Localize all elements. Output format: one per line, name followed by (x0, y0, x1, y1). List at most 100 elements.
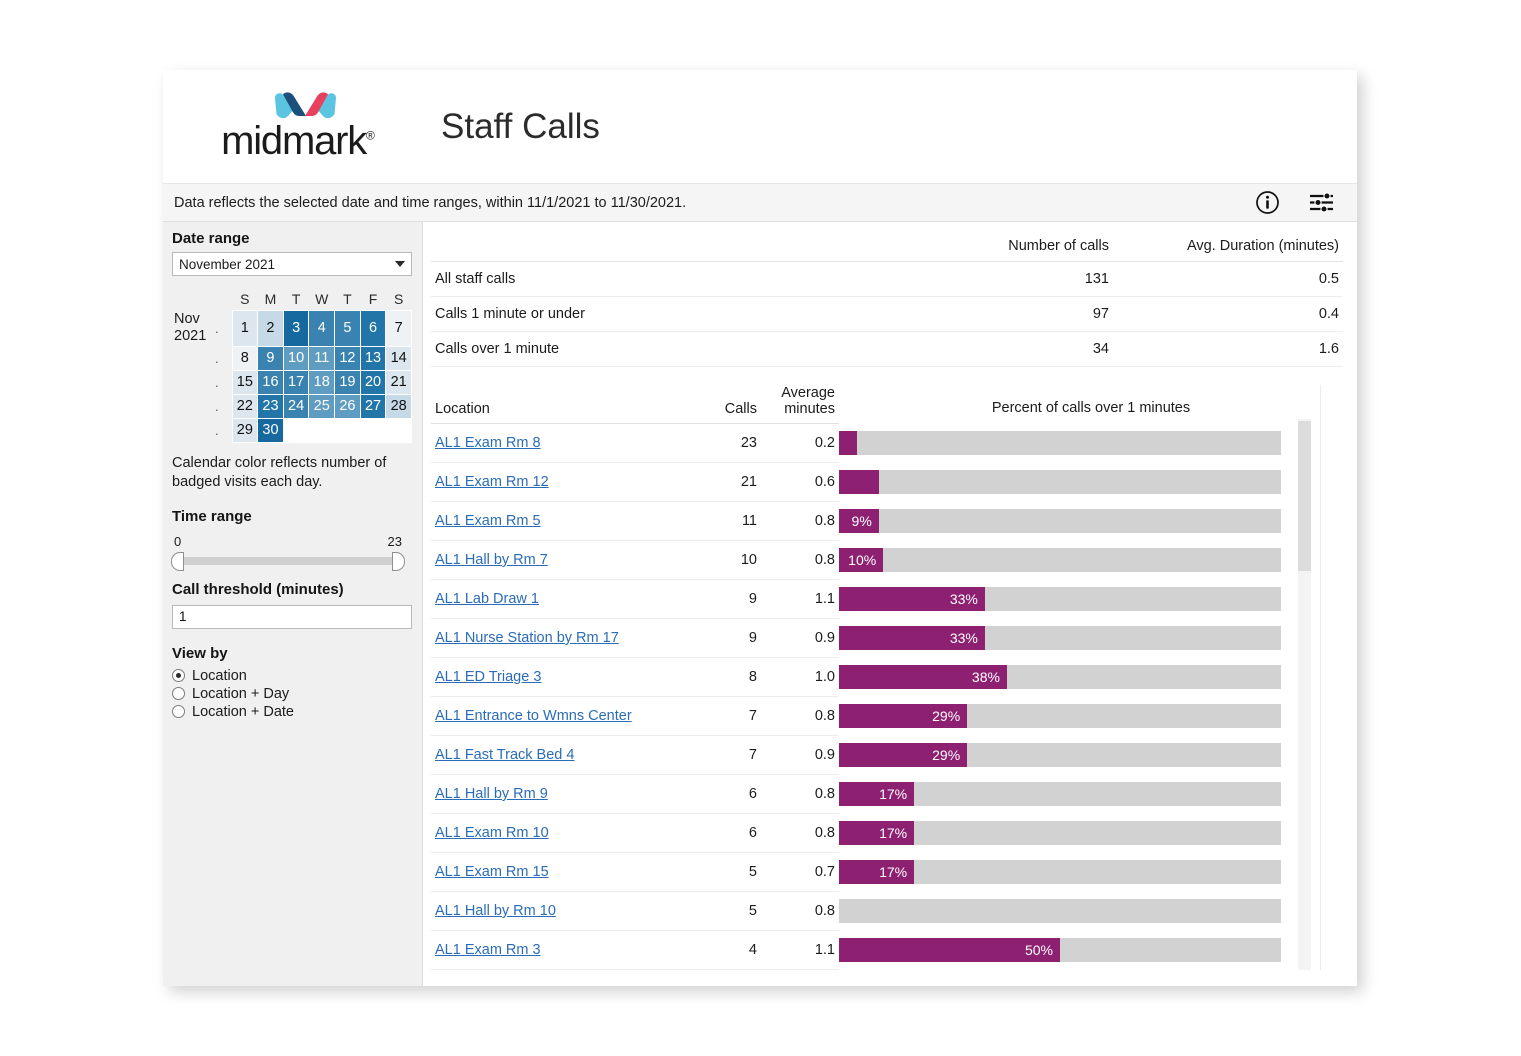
calendar-day-15[interactable]: 15 (232, 370, 258, 394)
bar-value-label: 17% (879, 825, 907, 841)
calendar-day-18[interactable]: 18 (309, 370, 335, 394)
cell-calls: 7 (693, 697, 761, 736)
calendar-day-9[interactable]: 9 (258, 346, 284, 370)
calendar-day-14[interactable]: 14 (386, 346, 412, 370)
calendar-day-19[interactable]: 19 (335, 370, 361, 394)
date-range-select[interactable]: November 2021 (172, 252, 412, 276)
bar-fill: 29% (839, 743, 967, 767)
bar-track: 33% (839, 587, 1281, 611)
location-link[interactable]: AL1 Hall by Rm 7 (435, 552, 548, 568)
calendar-day-20[interactable]: 20 (360, 370, 386, 394)
slider-track[interactable] (172, 557, 404, 565)
summary-body: All staff calls1310.5Calls 1 minute or u… (431, 262, 1343, 367)
bar-track: 50% (839, 938, 1281, 962)
location-link[interactable]: AL1 Hall by Rm 10 (435, 903, 556, 919)
date-range-value: November 2021 (179, 257, 275, 272)
location-link[interactable]: AL1 Lab Draw 1 (435, 591, 539, 607)
dashboard-window: midmark® Staff Calls Data reflects the s… (163, 70, 1357, 986)
cell-location: AL1 Hall by Rm 10 (431, 892, 693, 931)
weekday-sat: S (386, 288, 412, 310)
calendar-day-29[interactable]: 29 (232, 418, 258, 442)
calendar-day-17[interactable]: 17 (283, 370, 309, 394)
cell-percent-bar (839, 463, 1343, 502)
info-circle-icon[interactable] (1255, 190, 1280, 215)
view-by-option-3[interactable]: Location + Date (163, 703, 422, 721)
view-by-option-1[interactable]: Location (163, 667, 422, 685)
col-average-line1: Average (765, 385, 835, 401)
weekday-thu: T (335, 288, 361, 310)
view-by-label: View by (163, 629, 422, 667)
radio-icon[interactable] (172, 669, 185, 682)
calendar-day-23[interactable]: 23 (258, 394, 284, 418)
calendar-day-1[interactable]: 1 (232, 310, 258, 346)
location-link[interactable]: AL1 Exam Rm 15 (435, 864, 549, 880)
location-link[interactable]: AL1 Exam Rm 8 (435, 435, 541, 451)
filter-sliders-icon[interactable] (1308, 190, 1335, 215)
table-scrollbar-thumb[interactable] (1298, 421, 1311, 571)
cell-calls: 7 (693, 736, 761, 775)
location-link[interactable]: AL1 Fast Track Bed 4 (435, 747, 574, 763)
location-link[interactable]: AL1 Nurse Station by Rm 17 (435, 630, 619, 646)
calendar-day-5[interactable]: 5 (335, 310, 361, 346)
time-range-slider[interactable]: 0 23 (172, 534, 404, 565)
call-threshold-input[interactable]: 1 (172, 605, 412, 629)
calendar-day-empty (309, 418, 335, 442)
location-link[interactable]: AL1 Hall by Rm 9 (435, 786, 548, 802)
calendar-day-26[interactable]: 26 (335, 394, 361, 418)
calendar-day-4[interactable]: 4 (309, 310, 335, 346)
table-row: AL1 Hall by Rm 1050.8 (431, 892, 1343, 931)
table-row: AL1 Exam Rm 5110.89% (431, 502, 1343, 541)
calendar-day-21[interactable]: 21 (386, 370, 412, 394)
calendar-day-13[interactable]: 13 (360, 346, 386, 370)
cell-percent-bar: 17% (839, 853, 1343, 892)
calendar-day-3[interactable]: 3 (283, 310, 309, 346)
calendar-day-10[interactable]: 10 (283, 346, 309, 370)
calendar-day-22[interactable]: 22 (232, 394, 258, 418)
cell-location: AL1 Fast Track Bed 4 (431, 736, 693, 775)
table-row: AL1 Lab Draw 191.133% (431, 580, 1343, 619)
bar-fill: 17% (839, 782, 914, 806)
col-calls: Calls (693, 385, 761, 424)
calendar-day-7[interactable]: 7 (386, 310, 412, 346)
cell-calls: 23 (693, 424, 761, 463)
calendar-day-11[interactable]: 11 (309, 346, 335, 370)
location-link[interactable]: AL1 ED Triage 3 (435, 669, 541, 685)
location-link[interactable]: AL1 Exam Rm 5 (435, 513, 541, 529)
bar-track (839, 899, 1281, 923)
location-link[interactable]: AL1 Exam Rm 12 (435, 474, 549, 490)
calendar-day-2[interactable]: 2 (258, 310, 284, 346)
cell-average-minutes: 1.0 (761, 658, 839, 697)
calendar-day-30[interactable]: 30 (258, 418, 284, 442)
cell-average-minutes: 0.6 (761, 463, 839, 502)
cell-average-minutes: 0.9 (761, 619, 839, 658)
summary-row-calls: 97 (913, 297, 1113, 332)
bar-value-label: 33% (950, 630, 978, 646)
bar-fill: 38% (839, 665, 1007, 689)
col-average-line2: minutes (765, 401, 835, 417)
calendar-day-6[interactable]: 6 (360, 310, 386, 346)
radio-icon[interactable] (172, 687, 185, 700)
calendar-day-8[interactable]: 8 (232, 346, 258, 370)
location-link[interactable]: AL1 Exam Rm 10 (435, 825, 549, 841)
calendar-day-28[interactable]: 28 (386, 394, 412, 418)
bar-track: 33% (839, 626, 1281, 650)
location-link[interactable]: AL1 Entrance to Wmns Center (435, 708, 632, 724)
view-by-option-2[interactable]: Location + Day (163, 685, 422, 703)
calendar-day-12[interactable]: 12 (335, 346, 361, 370)
radio-icon[interactable] (172, 705, 185, 718)
table-scrollbar[interactable] (1298, 419, 1311, 970)
cell-calls: 9 (693, 580, 761, 619)
bar-track: 38% (839, 665, 1281, 689)
calendar-week-row: .2930 (172, 418, 412, 442)
calendar-header-row: S M T W T F S (172, 288, 412, 310)
table-row: AL1 Exam Rm 12210.6 (431, 463, 1343, 502)
bar-value-label: 10% (848, 552, 876, 568)
calendar-day-16[interactable]: 16 (258, 370, 284, 394)
calendar-day-24[interactable]: 24 (283, 394, 309, 418)
cell-average-minutes: 0.8 (761, 697, 839, 736)
summary-row-calls: 34 (913, 332, 1113, 367)
calendar-day-25[interactable]: 25 (309, 394, 335, 418)
location-link[interactable]: AL1 Exam Rm 3 (435, 942, 541, 958)
calendar-day-27[interactable]: 27 (360, 394, 386, 418)
slider-handle-left[interactable] (171, 552, 184, 571)
